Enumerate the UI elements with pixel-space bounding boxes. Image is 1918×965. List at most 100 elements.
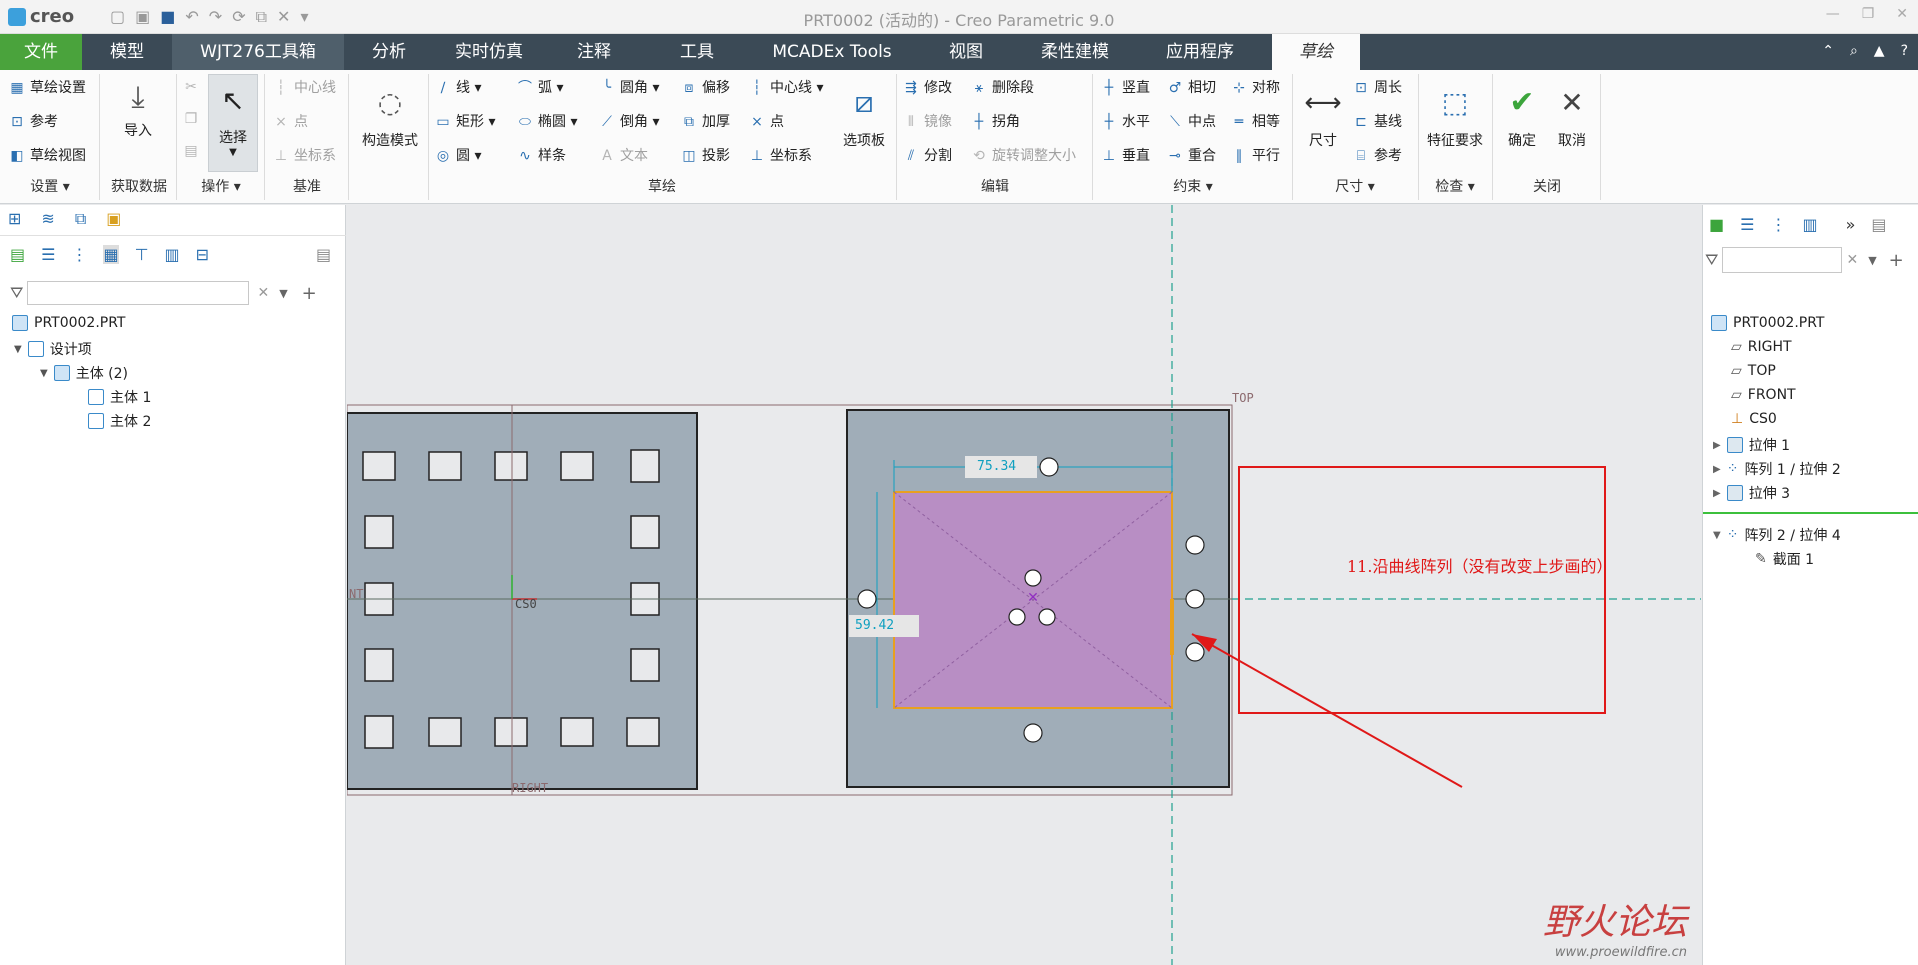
datum-centerline-button[interactable]: ┆ 中心线 [272,78,336,98]
tab-sketch[interactable]: 草绘 [1272,34,1360,70]
tab-view[interactable]: 视图 [914,34,1018,70]
sketch-view-button[interactable]: ◧ 草绘视图 [8,146,86,166]
clear-search-icon[interactable]: ✕ [1846,252,1858,268]
chevron-down-icon[interactable]: ▼ [279,287,287,300]
expand-icon[interactable]: ▶ [1713,440,1721,451]
arc-button[interactable]: ⌒ 弧 ▾ [516,78,563,98]
sketch-csys-button[interactable]: ⊥ 坐标系 [748,146,812,166]
group-dimension-label[interactable]: 尺寸 ▾ [1300,176,1410,196]
select-button[interactable]: ↖ 选择 ▼ [208,74,258,172]
tree-options-icon[interactable]: ▤ [1871,215,1886,234]
tree-expand-icon[interactable]: ⋮ [71,245,87,264]
tree-bodies[interactable]: ▼ 主体 (2) [40,363,128,383]
perimeter-button[interactable]: ⊡ 周长 [1352,78,1402,98]
cancel-button[interactable]: ✕ 取消 [1550,76,1594,150]
close-icon[interactable]: ✕ [1896,6,1908,22]
import-button[interactable]: ⤓ 导入 [112,76,164,140]
right-tree-root[interactable]: PRT0002.PRT [1711,315,1825,331]
expand-icon[interactable]: ▶ [1713,464,1721,475]
tree-item-top-plane[interactable]: ▱ TOP [1731,363,1776,379]
tab-file[interactable]: 文件 [0,34,82,70]
chamfer-button[interactable]: ⟋ 倒角 ▾ [598,112,659,132]
symmetric-button[interactable]: ⊹ 对称 [1230,78,1280,98]
cut-icon[interactable]: ✂ [182,78,200,96]
tree-item-section-1[interactable]: ✎ 截面 1 [1755,549,1814,569]
offset-button[interactable]: ⧈ 偏移 [680,78,730,98]
tree-item-pattern-2[interactable]: ▼ ⁘ 阵列 2 / 拉伸 4 [1713,525,1841,545]
width-dimension-value[interactable]: 75.34 [977,459,1027,474]
model-tree-tab-icon[interactable]: ⊞ [8,209,21,229]
minimize-icon[interactable]: — [1826,6,1840,22]
expand-panel-icon[interactable]: » [1846,215,1856,234]
text-button[interactable]: A 文本 [598,146,648,166]
add-icon[interactable]: + [1889,250,1904,271]
tree-expand-icon[interactable]: ⋮ [1770,215,1786,234]
thicken-button[interactable]: ⧉ 加厚 [680,112,730,132]
tree-filter-icon[interactable]: ⊤ [135,245,149,264]
folder-browser-tab-icon[interactable]: ⧉ [75,209,86,229]
tree-body-2[interactable]: 主体 2 [88,411,151,431]
favorites-tab-icon[interactable]: ▣ [106,209,121,229]
tab-realtime-sim[interactable]: 实时仿真 [434,34,544,70]
tab-analysis[interactable]: 分析 [344,34,434,70]
construction-mode-button[interactable]: ◌ 构造模式 [352,76,428,150]
tab-wjt276-toolbox[interactable]: WJT276工具箱 [172,34,344,70]
vertical-button[interactable]: ┼ 竖直 [1100,78,1150,98]
tab-mcadex-tools[interactable]: MCADEx Tools [750,34,914,70]
perpendicular-button[interactable]: ⊥ 垂直 [1100,146,1150,166]
tree-item-extrude-1[interactable]: ▶ 拉伸 1 [1713,435,1790,455]
help-icon[interactable]: ? [1901,43,1908,59]
group-ops-label[interactable]: 操作 ▾ [186,176,256,196]
modify-button[interactable]: ⇶ 修改 [902,78,952,98]
tree-show-icon[interactable]: ▦ [103,245,119,264]
graphics-area[interactable]: ✕ 75.34 59.42 TOP RIGHT CS0 NT 11.沿曲线阵列（… [347,205,1701,965]
tree-root[interactable]: PRT0002.PRT [12,315,126,331]
chevron-down-icon[interactable]: ▼ [1868,254,1876,267]
search-icon[interactable]: ⌕ [1850,43,1858,59]
project-button[interactable]: ◫ 投影 [680,146,730,166]
tab-model[interactable]: 模型 [82,34,172,70]
tab-annotation[interactable]: 注释 [544,34,644,70]
sketch-setup-button[interactable]: ▦ 草绘设置 [8,78,86,98]
coincident-button[interactable]: ⊸ 重合 [1166,146,1216,166]
rotate-resize-button[interactable]: ⟲ 旋转调整大小 [970,146,1076,166]
tree-item-extrude-3[interactable]: ▶ 拉伸 3 [1713,483,1790,503]
height-dimension-value[interactable]: 59.42 [855,618,915,633]
tree-design-items[interactable]: ▼ 设计项 [14,339,92,359]
baseline-button[interactable]: ⊏ 基线 [1352,112,1402,132]
divide-button[interactable]: ⫽ 分割 [902,146,952,166]
copy-icon[interactable]: ❐ [182,110,200,128]
part-tree-icon[interactable]: ■ [1709,215,1724,234]
datum-point-button[interactable]: × 点 [272,112,308,132]
paste-icon[interactable]: ▤ [182,142,200,160]
tree-columns-icon[interactable]: ☰ [1740,215,1754,234]
feature-requirements-button[interactable]: ⬚ 特征要求 [1424,76,1486,150]
tree-search-input[interactable] [27,281,250,305]
datum-csys-button[interactable]: ⊥ 坐标系 [272,146,336,166]
tab-tools[interactable]: 工具 [644,34,750,70]
sketch-canvas[interactable]: ✕ [347,205,1701,965]
rectangle-button[interactable]: ▭ 矩形 ▾ [434,112,495,132]
tree-table-icon[interactable]: ▥ [1802,215,1817,234]
sketch-centerline-button[interactable]: ┆ 中心线 ▾ [748,78,824,98]
tree-item-cs0[interactable]: ⊥ CS0 [1731,411,1777,427]
references-button[interactable]: ⊡ 参考 [8,112,58,132]
layers-tab-icon[interactable]: ≋ [41,209,54,229]
tree-settings-icon[interactable]: ▤ [10,245,25,264]
midpoint-button[interactable]: ⟍ 中点 [1166,112,1216,132]
mirror-button[interactable]: ⫴ 镜像 [902,112,952,132]
tab-flexible-modeling[interactable]: 柔性建模 [1018,34,1132,70]
expand-icon[interactable]: ▶ [1713,488,1721,499]
ok-button[interactable]: ✔ 确定 [1500,76,1544,150]
collapse-icon[interactable]: ▼ [14,344,22,355]
collapse-icon[interactable]: ▼ [1713,530,1721,541]
collapse-icon[interactable]: ▼ [40,368,48,379]
restore-icon[interactable]: ❐ [1862,6,1875,22]
horizontal-button[interactable]: ┼ 水平 [1100,112,1150,132]
spline-button[interactable]: ∿ 样条 [516,146,566,166]
line-button[interactable]: ∕ 线 ▾ [434,78,482,98]
tree-body-1[interactable]: 主体 1 [88,387,151,407]
tree-item-pattern-1[interactable]: ▶ ⁘ 阵列 1 / 拉伸 2 [1713,459,1841,479]
corner-button[interactable]: ┼ 拐角 [970,112,1020,132]
graduation-cap-icon[interactable]: ▲ [1874,43,1885,59]
